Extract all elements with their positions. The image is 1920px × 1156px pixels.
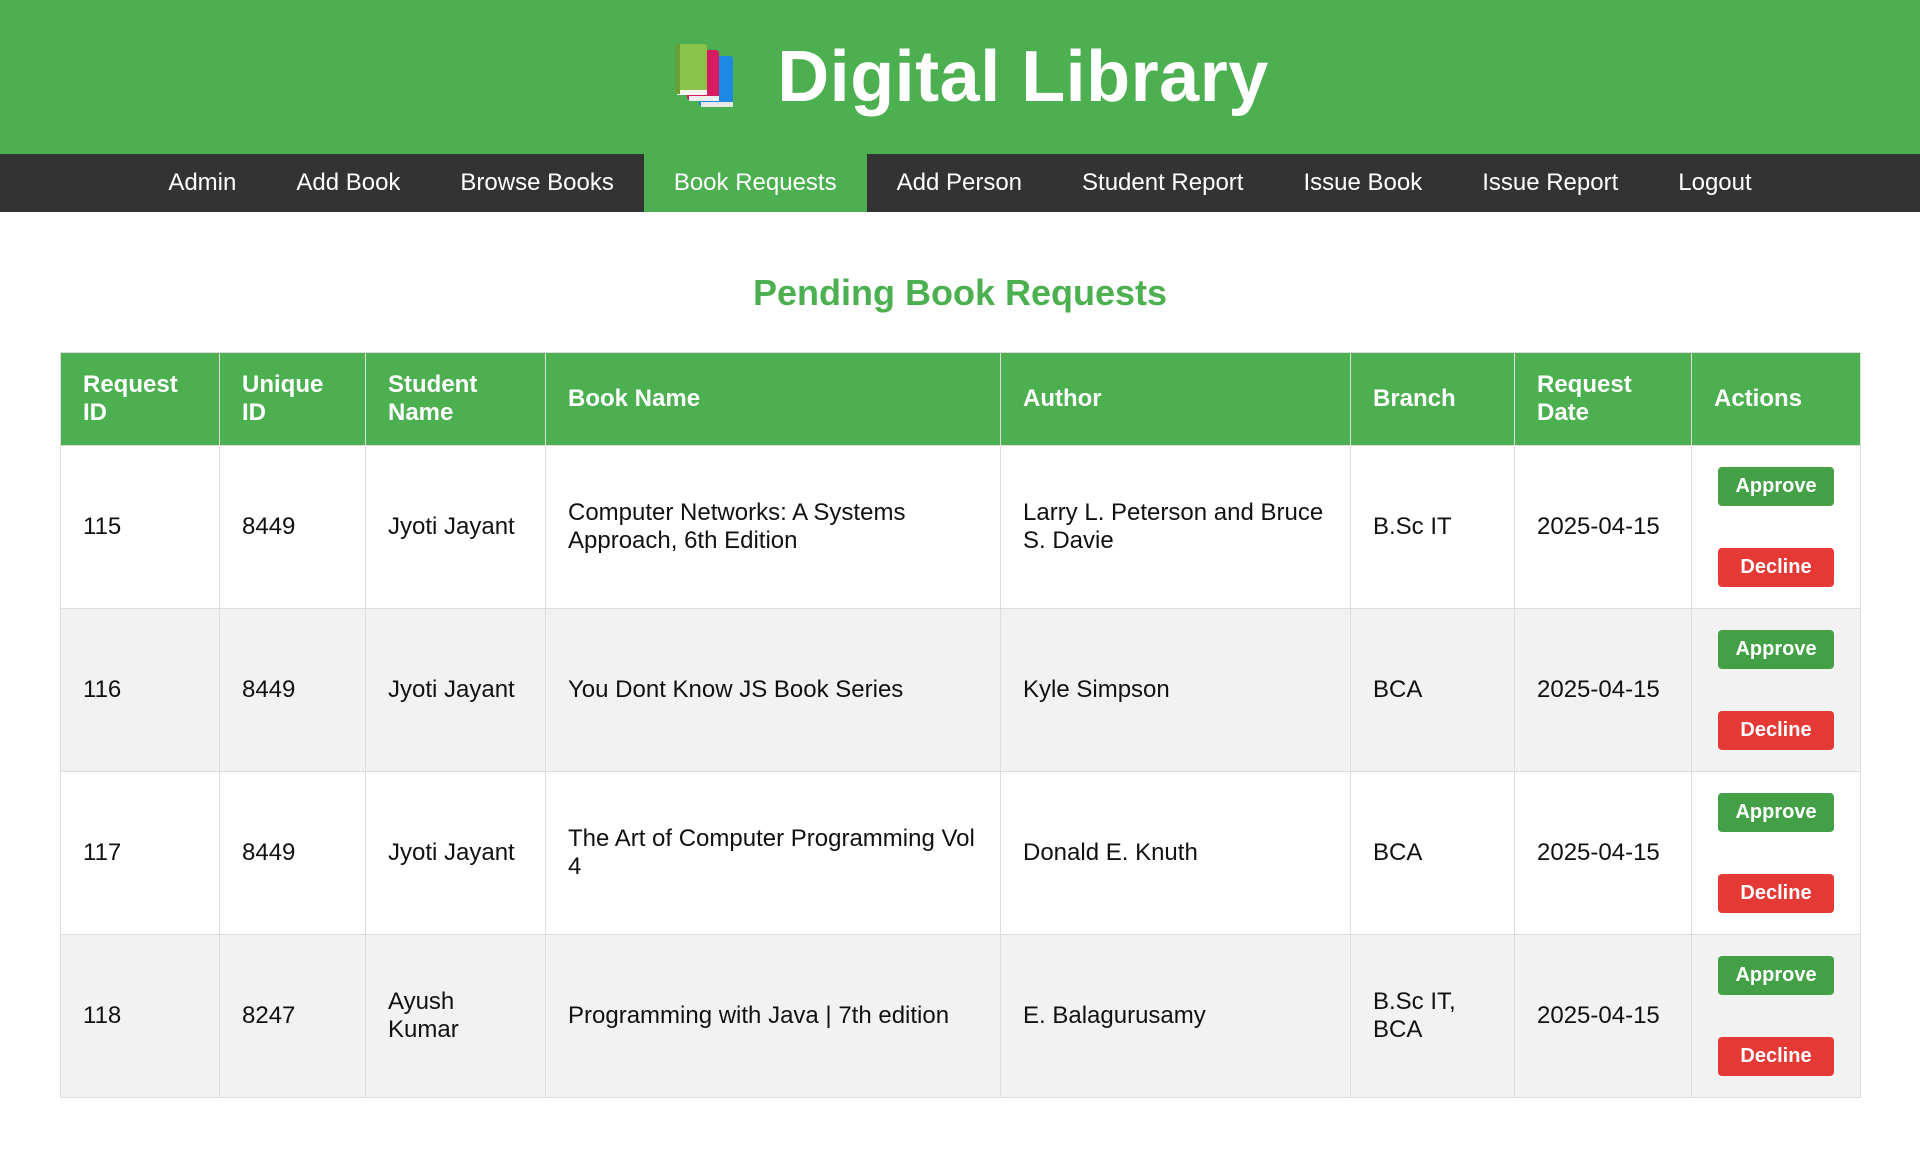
cell-author: Donald E. Knuth xyxy=(1000,771,1351,935)
cell-student-name: Jyoti Jayant xyxy=(365,608,546,772)
cell-book-name: The Art of Computer Programming Vol 4 xyxy=(545,771,1001,935)
cell-request-id: 116 xyxy=(60,608,220,772)
site-header: Digital Library xyxy=(0,0,1920,154)
cell-student-name: Ayush Kumar xyxy=(365,934,546,1098)
cell-book-name: You Dont Know JS Book Series xyxy=(545,608,1001,772)
header-request-date: Request Date xyxy=(1514,352,1692,446)
cell-request-date: 2025-04-15 xyxy=(1514,445,1692,609)
header-branch: Branch xyxy=(1350,352,1515,446)
approve-button[interactable]: Approve xyxy=(1718,793,1834,832)
cell-student-name: Jyoti Jayant xyxy=(365,445,546,609)
cell-author: E. Balagurusamy xyxy=(1000,934,1351,1098)
header-unique-id: Unique ID xyxy=(219,352,366,446)
site-title: Digital Library xyxy=(777,37,1269,117)
nav-admin[interactable]: Admin xyxy=(138,154,266,212)
cell-request-date: 2025-04-15 xyxy=(1514,771,1692,935)
decline-button[interactable]: Decline xyxy=(1718,874,1834,913)
cell-unique-id: 8449 xyxy=(219,608,366,772)
requests-table: Request ID Unique ID Student Name Book N… xyxy=(60,352,1861,1098)
header-actions: Actions xyxy=(1691,352,1861,446)
cell-unique-id: 8247 xyxy=(219,934,366,1098)
cell-request-id: 115 xyxy=(60,445,220,609)
cell-request-date: 2025-04-15 xyxy=(1514,608,1692,772)
cell-author: Larry L. Peterson and Bruce S. Davie xyxy=(1000,445,1351,609)
cell-student-name: Jyoti Jayant xyxy=(365,771,546,935)
cell-book-name: Computer Networks: A Systems Approach, 6… xyxy=(545,445,1001,609)
header-student-name: Student Name xyxy=(365,352,546,446)
decline-button[interactable]: Decline xyxy=(1718,1037,1834,1076)
nav-browse-books[interactable]: Browse Books xyxy=(430,154,643,212)
main-nav: Admin Add Book Browse Books Book Request… xyxy=(0,154,1920,212)
cell-book-name: Programming with Java | 7th edition xyxy=(545,934,1001,1098)
nav-book-requests[interactable]: Book Requests xyxy=(643,154,867,212)
table-row: 118 8247 Ayush Kumar Programming with Ja… xyxy=(60,934,1861,1098)
page-title: Pending Book Requests xyxy=(752,272,1168,313)
header-request-id: Request ID xyxy=(60,352,220,446)
cell-request-id: 117 xyxy=(60,771,220,935)
cell-request-id: 118 xyxy=(60,934,220,1098)
nav-issue-report[interactable]: Issue Report xyxy=(1452,154,1648,212)
cell-actions: Approve Decline xyxy=(1691,934,1861,1098)
cell-branch: B.Sc IT, BCA xyxy=(1350,934,1515,1098)
cell-author: Kyle Simpson xyxy=(1000,608,1351,772)
nav-issue-book[interactable]: Issue Book xyxy=(1273,154,1452,212)
approve-button[interactable]: Approve xyxy=(1718,956,1834,995)
cell-actions: Approve Decline xyxy=(1691,445,1861,609)
books-icon xyxy=(671,42,747,112)
nav-add-person[interactable]: Add Person xyxy=(867,154,1052,212)
nav-logout[interactable]: Logout xyxy=(1648,154,1781,212)
cell-request-date: 2025-04-15 xyxy=(1514,934,1692,1098)
decline-button[interactable]: Decline xyxy=(1718,548,1834,587)
cell-actions: Approve Decline xyxy=(1691,608,1861,772)
cell-unique-id: 8449 xyxy=(219,445,366,609)
approve-button[interactable]: Approve xyxy=(1718,467,1834,506)
header-author: Author xyxy=(1000,352,1351,446)
table-header-row: Request ID Unique ID Student Name Book N… xyxy=(60,352,1861,446)
nav-student-report[interactable]: Student Report xyxy=(1052,154,1273,212)
cell-branch: BCA xyxy=(1350,608,1515,772)
decline-button[interactable]: Decline xyxy=(1718,711,1834,750)
cell-branch: BCA xyxy=(1350,771,1515,935)
nav-add-book[interactable]: Add Book xyxy=(266,154,430,212)
brand: Digital Library xyxy=(671,36,1269,118)
cell-branch: B.Sc IT xyxy=(1350,445,1515,609)
table-row: 117 8449 Jyoti Jayant The Art of Compute… xyxy=(60,771,1861,935)
header-book-name: Book Name xyxy=(545,352,1001,446)
approve-button[interactable]: Approve xyxy=(1718,630,1834,669)
cell-unique-id: 8449 xyxy=(219,771,366,935)
table-row: 115 8449 Jyoti Jayant Computer Networks:… xyxy=(60,445,1861,609)
cell-actions: Approve Decline xyxy=(1691,771,1861,935)
table-row: 116 8449 Jyoti Jayant You Dont Know JS B… xyxy=(60,608,1861,772)
